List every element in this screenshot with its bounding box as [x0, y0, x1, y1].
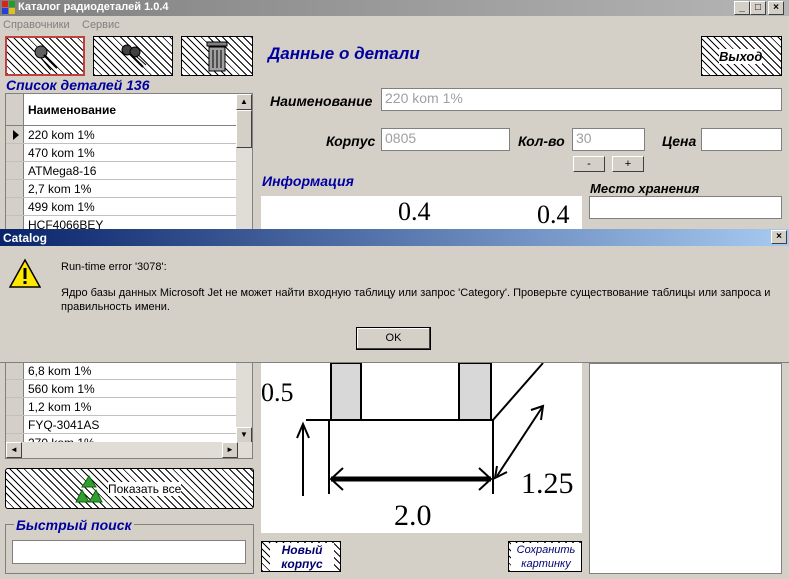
table-cell: FYQ-3041AS: [28, 418, 100, 432]
storage-field[interactable]: [589, 196, 782, 219]
package-label: Корпус: [326, 133, 376, 149]
exit-button[interactable]: Выход: [701, 36, 782, 76]
parts-list-title: Список деталей 136: [6, 77, 150, 93]
drawing-label: 1.25: [521, 467, 574, 500]
show-all-button[interactable]: Показать все: [5, 468, 254, 509]
row-indicator: [6, 362, 24, 379]
table-cell: 2,7 kom 1%: [28, 182, 92, 196]
scroll-up-icon[interactable]: ▲: [236, 94, 252, 110]
info-title: Информация: [262, 173, 354, 189]
row-indicator: [6, 94, 24, 125]
row-indicator: [6, 380, 24, 397]
menu-item-service[interactable]: Сервис: [82, 19, 120, 31]
close-window-button[interactable]: ×: [768, 1, 784, 15]
row-indicator: [6, 198, 24, 215]
price-field[interactable]: [701, 128, 782, 151]
save-image-button[interactable]: Сохранить картинку: [508, 541, 582, 572]
table-row[interactable]: 560 kom 1%: [6, 380, 238, 398]
dialog-title: Catalog: [3, 231, 48, 245]
error-dialog: Run-time error '3078': Ядро базы данных …: [0, 246, 789, 363]
dialog-heading: Run-time error '3078':: [61, 261, 167, 273]
table-cell: ATMega8-16: [28, 164, 97, 178]
delete-part-button[interactable]: [181, 36, 253, 76]
app-icon: [2, 1, 15, 14]
ok-button[interactable]: OK: [356, 327, 431, 350]
table-row[interactable]: 1,2 kom 1%: [6, 398, 238, 416]
add-part-button[interactable]: [5, 36, 85, 76]
name-label: Наименование: [270, 93, 373, 109]
current-row-icon: [13, 130, 19, 140]
row-indicator: [6, 126, 24, 143]
edit-part-button[interactable]: [93, 36, 173, 76]
row-indicator: [6, 162, 24, 179]
details-title: Данные о детали: [268, 44, 420, 63]
scroll-right-icon[interactable]: ►: [222, 442, 238, 458]
package-field[interactable]: 0805: [381, 128, 510, 151]
storage-title: Место хранения: [590, 181, 700, 196]
table-cell: 6,8 kom 1%: [28, 364, 92, 378]
menu-item-directories[interactable]: Справочники: [3, 19, 70, 31]
row-indicator: [6, 398, 24, 415]
dialog-message: Ядро базы данных Microsoft Jet не может …: [61, 287, 771, 313]
delete-trash-icon: [206, 41, 228, 72]
table-cell: 1,2 kom 1%: [28, 400, 92, 414]
table-row[interactable]: ATMega8-16: [6, 162, 238, 180]
table-row[interactable]: FYQ-3041AS: [6, 416, 238, 434]
column-header-name[interactable]: Наименование: [28, 103, 116, 117]
scroll-left-icon[interactable]: ◄: [6, 442, 22, 458]
add-part-icon: [34, 45, 58, 71]
row-indicator: [6, 416, 24, 433]
maximize-button[interactable]: □: [750, 1, 766, 15]
drawing-label: 0.4: [398, 197, 431, 226]
table-row[interactable]: 499 kom 1%: [6, 198, 238, 216]
edit-part-icon: [121, 44, 147, 68]
table-cell: 220 kom 1%: [28, 128, 95, 142]
table-row[interactable]: 470 kom 1%: [6, 144, 238, 162]
increase-quantity-button[interactable]: +: [612, 156, 644, 172]
drawing-label: 0.5: [261, 378, 294, 407]
recycle-icon: [75, 475, 103, 503]
table-cell: 499 kom 1%: [28, 200, 95, 214]
scroll-down-icon[interactable]: ▼: [236, 427, 252, 443]
grid-header-row: Наименование: [6, 94, 238, 126]
storage-notes-area[interactable]: [589, 363, 782, 574]
menu-bar: Справочники Сервис: [0, 16, 789, 34]
name-field[interactable]: 220 kom 1%: [381, 88, 782, 111]
table-cell: 470 kom 1%: [28, 146, 95, 160]
warning-icon: [9, 258, 41, 288]
quantity-field[interactable]: 30: [572, 128, 645, 151]
quick-search-title: Быстрый поиск: [14, 517, 134, 533]
table-row[interactable]: 220 kom 1%: [6, 126, 238, 144]
new-package-label: Новый корпус: [270, 543, 334, 571]
dialog-title-bar: Catalog ×: [0, 229, 789, 246]
window-title-bar: Каталог радиодеталей 1.0.4 _ □ ×: [0, 0, 789, 16]
row-indicator: [6, 144, 24, 161]
table-cell: 560 kom 1%: [28, 382, 95, 396]
quick-search-input[interactable]: [12, 540, 246, 564]
table-row[interactable]: 2,7 kom 1%: [6, 180, 238, 198]
dialog-close-button[interactable]: ×: [771, 230, 787, 244]
scroll-thumb[interactable]: [236, 110, 252, 148]
new-package-button[interactable]: Новый корпус: [261, 541, 341, 572]
window-title: Каталог радиодеталей 1.0.4: [18, 1, 169, 13]
exit-label: Выход: [719, 49, 763, 64]
drawing-label: 0.4: [537, 200, 570, 229]
minimize-button[interactable]: _: [734, 1, 750, 15]
drawing-label: 2.0: [394, 499, 432, 532]
quantity-label: Кол-во: [518, 133, 565, 149]
row-indicator: [6, 180, 24, 197]
price-label: Цена: [662, 133, 697, 149]
show-all-label: Показать все: [108, 482, 182, 496]
decrease-quantity-button[interactable]: -: [573, 156, 605, 172]
grid-horizontal-scrollbar[interactable]: ◄ ►: [6, 442, 252, 458]
table-row[interactable]: 6,8 kom 1%: [6, 362, 238, 380]
save-image-label: Сохранить картинку: [511, 543, 581, 571]
